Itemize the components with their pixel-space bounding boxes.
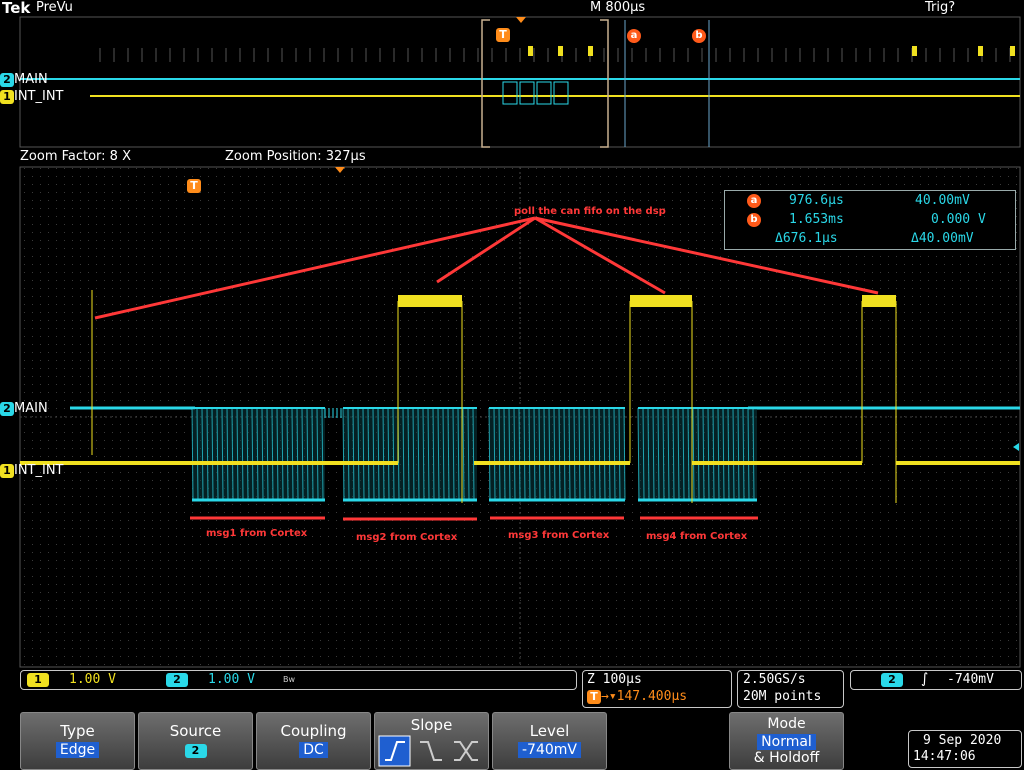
source-label: Source <box>169 722 222 740</box>
zoom-factor: Zoom Factor: 8 X <box>20 149 131 164</box>
cursor-a-icon: a <box>627 29 641 43</box>
overview-ch1-label[interactable]: 1 INT_INT <box>0 89 64 104</box>
cursor-b-time: 1.653ms <box>789 212 844 227</box>
annotation-msg3: msg3 from Cortex <box>508 530 610 541</box>
either-edge-icon[interactable] <box>454 741 478 761</box>
acquisition-box: 2.50GS/s 20M points <box>737 670 844 708</box>
ch2-icon: 2 <box>881 673 903 687</box>
mode-value: Normal <box>757 734 816 750</box>
cursor-b-icon: b <box>692 29 706 43</box>
mode-label: Mode <box>767 716 806 732</box>
level-menu-button[interactable]: Level -740mV <box>492 712 607 770</box>
zoom-scale: Z 100µs <box>587 672 642 687</box>
cursor-delta-voltage: Δ40.00mV <box>911 231 974 246</box>
annotation-msg1: msg1 from Cortex <box>206 528 308 539</box>
annotation-msg4: msg4 from Cortex <box>646 531 748 542</box>
trigger-marker-overview: T <box>496 23 510 42</box>
overview-int-pulse <box>588 46 593 56</box>
trigger-t-icon: T <box>187 179 201 193</box>
zoom-position: Zoom Position: 327µs <box>225 149 366 164</box>
int-high-level <box>630 295 692 307</box>
zoom-ch2-label[interactable]: 2 MAIN <box>0 401 48 416</box>
ch1-name: INT_INT <box>14 89 64 104</box>
coupling-value: DC <box>299 742 328 758</box>
annotation-msg2: msg2 from Cortex <box>356 532 458 543</box>
slope-menu-button[interactable]: Slope <box>374 712 489 770</box>
ch1-icon: 1 <box>0 90 14 104</box>
int-high-level <box>398 295 462 307</box>
trigger-box: 2 ∫ -740mV <box>850 670 1022 690</box>
scope-display <box>19 16 1021 668</box>
cursor-b-icon: b <box>747 213 761 227</box>
trigger-marker-zoom: T <box>187 174 201 193</box>
coupling-label: Coupling <box>280 722 347 740</box>
datetime-box: 9 Sep 2020 14:47:06 <box>908 730 1022 768</box>
cursor-readout: a 976.6µs 40.00mV b 1.653ms 0.000 V Δ676… <box>724 190 1016 250</box>
trigger-level: -740mV <box>947 672 994 687</box>
source-value: 2 <box>184 744 207 758</box>
overview-ch2-label[interactable]: 2 MAIN <box>0 72 48 87</box>
type-label: Type <box>60 722 95 740</box>
overview-int-pulse <box>912 46 917 56</box>
record-length: 20M points <box>743 689 822 704</box>
slope-options <box>378 735 478 767</box>
mode-menu-button[interactable]: Mode Normal & Holdoff <box>729 712 844 770</box>
ch2-icon: 2 <box>166 673 188 687</box>
overview-int-pulse <box>558 46 563 56</box>
type-menu-button[interactable]: Type Edge <box>20 712 135 770</box>
cursor-a-icon: a <box>747 194 761 208</box>
int-high-level <box>862 295 896 307</box>
overview-int-pulse <box>1010 46 1015 56</box>
time: 14:47:06 <box>913 749 976 764</box>
date: 9 Sep 2020 <box>923 733 1002 748</box>
cursor-delta-time: Δ676.1µs <box>775 231 838 246</box>
annotation-dsp-poll: poll the can fifo on the dsp <box>514 206 666 217</box>
channel-scale-bar: 1 1.00 V 2 1.00 V Bw <box>20 670 577 690</box>
cursor-a-marker[interactable]: a <box>627 23 641 43</box>
level-value: -740mV <box>518 742 581 758</box>
ch1-scale: 1.00 V <box>69 672 116 687</box>
trigger-slope-icon: ∫ <box>921 671 929 687</box>
cursor-a-voltage: 40.00mV <box>915 193 970 208</box>
level-label: Level <box>529 722 570 740</box>
ch1-name: INT_INT <box>14 463 64 478</box>
overview-int-pulse <box>978 46 983 56</box>
ch1-icon: 1 <box>0 464 14 478</box>
ch2-scale: 1.00 V <box>208 672 255 687</box>
cursor-a-time: 976.6µs <box>789 193 844 208</box>
ch2-icon: 2 <box>0 402 14 416</box>
type-value: Edge <box>55 742 100 758</box>
ch1-icon: 1 <box>27 673 49 687</box>
coupling-menu-button[interactable]: Coupling DC <box>256 712 371 770</box>
zoom-ch1-label[interactable]: 1 INT_INT <box>0 463 64 478</box>
overview-int-pulse <box>528 46 533 56</box>
timebase-box: Z 100µs T →▾147.400µs <box>582 670 732 708</box>
ch2-icon: 2 <box>0 73 14 87</box>
source-menu-button[interactable]: Source 2 <box>138 712 253 770</box>
trigger-t-icon: T <box>496 28 510 42</box>
trigger-position: →▾147.400µs <box>601 689 688 704</box>
mode-holdoff-label: & Holdoff <box>753 750 820 766</box>
trigger-t-icon: T <box>587 690 601 704</box>
slope-label: Slope <box>410 716 453 734</box>
ch2-name: MAIN <box>14 72 48 87</box>
falling-edge-icon[interactable] <box>420 741 442 761</box>
cursor-b-marker[interactable]: b <box>692 23 706 43</box>
ch2-name: MAIN <box>14 401 48 416</box>
bandwidth-limit-icon: Bw <box>283 675 296 684</box>
cursor-b-voltage: 0.000 V <box>931 212 986 227</box>
sample-rate: 2.50GS/s <box>743 672 806 687</box>
